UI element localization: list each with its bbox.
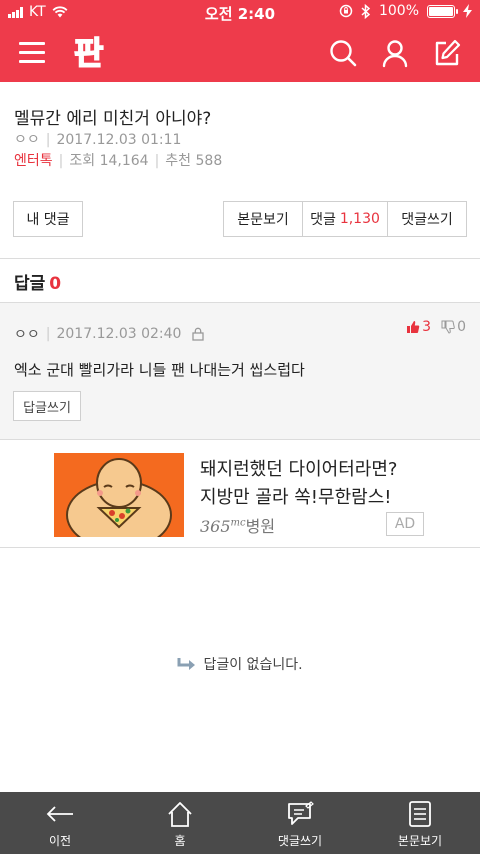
comment-item: ㅇㅇ | 2017.12.03 02:40 3 0 엑소 군대 빨리가라 니들 팬 … xyxy=(0,302,480,440)
write-comment-button[interactable]: 댓글쓰기 xyxy=(387,201,467,237)
write-comment-label: 댓글쓰기 xyxy=(401,212,453,228)
nav-view-post-label: 본문보기 xyxy=(397,834,443,848)
ad-headline-2[interactable]: 지방만 골라 쏙!무한람스! xyxy=(200,483,391,509)
empty-replies: 답글이 없습니다. xyxy=(0,654,480,674)
nav-back[interactable]: 이전 xyxy=(0,792,120,854)
ad-brand-name: 병원 xyxy=(245,517,276,536)
thumbs-down-icon xyxy=(441,320,455,334)
comment-date: 2017.12.03 02:40 xyxy=(56,326,182,342)
ad-badge: AD xyxy=(386,512,424,536)
empty-message: 답글이 없습니다. xyxy=(203,657,303,673)
post-category[interactable]: 엔터톡 xyxy=(14,153,53,169)
nav-view-post[interactable]: 본문보기 xyxy=(360,792,480,854)
nav-back-label: 이전 xyxy=(48,834,72,848)
view-post-button[interactable]: 본문보기 xyxy=(223,201,303,237)
comments-label: 댓글 xyxy=(310,212,336,228)
rotation-lock-icon xyxy=(339,4,353,18)
bluetooth-icon xyxy=(361,3,371,19)
post-meta-author: ㅇㅇ | 2017.12.03 01:11 xyxy=(14,132,182,148)
search-icon[interactable] xyxy=(328,38,358,68)
charging-icon xyxy=(463,4,472,18)
comments-count: 1,130 xyxy=(339,211,380,227)
ad-headline-1[interactable]: 돼지런했던 다이어터라면? xyxy=(200,455,397,481)
status-bar: KT 오전 2:40 100% xyxy=(0,0,480,24)
views-count: 14,164 xyxy=(99,153,149,169)
views-label: 조회 xyxy=(69,153,96,169)
likes-label: 추천 xyxy=(165,153,192,169)
post-author[interactable]: ㅇㅇ xyxy=(14,132,40,148)
ad-brand-mc: mc xyxy=(230,517,246,529)
battery-percent: 100% xyxy=(378,3,419,19)
likes-count: 588 xyxy=(195,153,223,169)
thumbs-up-icon xyxy=(407,321,420,333)
nav-write-label: 댓글쓰기 xyxy=(277,834,323,848)
replies-count: 0 xyxy=(49,274,62,294)
view-post-label: 본문보기 xyxy=(237,212,289,228)
nav-home-label: 홈 xyxy=(174,834,186,848)
ad-brand-number: 365 xyxy=(200,517,231,536)
reply-button-label: 답글쓰기 xyxy=(23,400,71,416)
reply-button[interactable]: 답글쓰기 xyxy=(13,391,81,421)
upvote-count: 3 xyxy=(422,319,432,335)
nav-home[interactable]: 홈 xyxy=(120,792,240,854)
post-title: 멜뮤간 에리 미친거 아니야? xyxy=(14,109,212,129)
write-icon[interactable] xyxy=(432,38,462,68)
battery-icon xyxy=(427,4,458,18)
divider xyxy=(0,258,480,259)
my-comments-label: 내 댓글 xyxy=(26,212,70,228)
svg-text:판: 판 xyxy=(74,34,103,72)
comment-author[interactable]: ㅇㅇ xyxy=(14,324,40,344)
replies-label: 답글 xyxy=(14,274,46,294)
comments-button[interactable]: 댓글 1,130 xyxy=(302,201,388,237)
ad-brand: 365mc병원 xyxy=(200,513,275,537)
lock-icon xyxy=(192,327,205,341)
post-date: 2017.12.03 01:11 xyxy=(56,132,182,148)
back-arrow-icon xyxy=(46,806,73,822)
replies-header: 답글 0 xyxy=(14,269,61,294)
post-meta-stats: 엔터톡 | 조회 14,164 | 추천 588 xyxy=(14,153,223,169)
user-icon[interactable] xyxy=(380,38,410,68)
ad-image[interactable] xyxy=(54,453,184,537)
comment-write-icon xyxy=(288,801,314,825)
downvote-count: 0 xyxy=(457,319,466,335)
bottom-nav: 이전 홈 댓글쓰기 본문보기 xyxy=(0,792,480,854)
my-comments-button[interactable]: 내 댓글 xyxy=(13,201,83,237)
downvote-button[interactable]: 0 xyxy=(441,319,466,335)
reply-arrow-icon xyxy=(177,658,196,670)
pann-logo[interactable]: 판 xyxy=(72,32,108,73)
document-icon xyxy=(409,801,431,827)
upvote-button[interactable]: 3 xyxy=(406,319,431,335)
home-icon xyxy=(168,802,192,827)
nav-write-comment[interactable]: 댓글쓰기 xyxy=(240,792,360,854)
comment-text: 엑소 군대 빨리가라 니들 팬 나대는거 씹스럽다 xyxy=(14,361,305,379)
menu-icon[interactable] xyxy=(19,42,45,64)
app-header: 판 xyxy=(0,24,480,82)
ad-banner[interactable]: 돼지런했던 다이어터라면? 지방만 골라 쏙!무한람스! 365mc병원 AD xyxy=(0,440,480,548)
